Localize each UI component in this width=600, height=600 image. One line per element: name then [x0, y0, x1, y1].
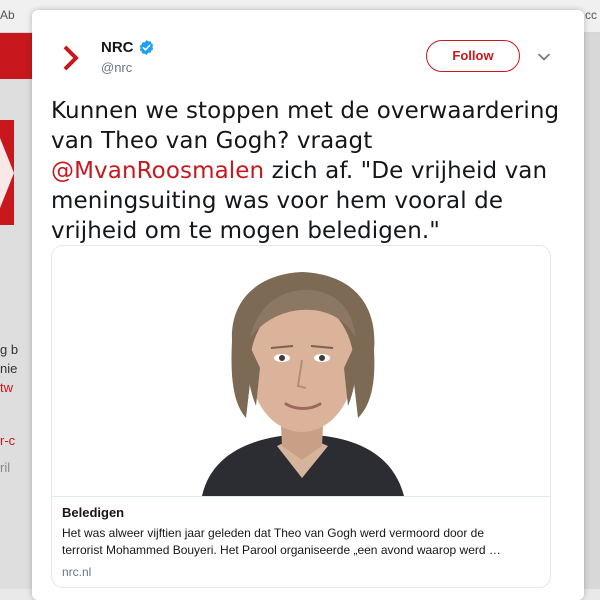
nrc-logo-icon[interactable] — [54, 40, 90, 76]
card-description: Het was alweer vijftien jaar geleden dat… — [62, 525, 542, 559]
background-text-fragment: nie — [0, 361, 18, 376]
background-text-fragment: ril — [0, 460, 11, 475]
follow-button[interactable]: Follow — [426, 40, 520, 72]
card-domain: nrc.nl — [62, 565, 92, 579]
author-handle[interactable]: @nrc — [101, 60, 132, 75]
tweet-text: Kunnen we stoppen met de overwaardering … — [51, 96, 561, 246]
background-right-strip — [584, 33, 600, 589]
background-text-fragment: g b — [0, 342, 19, 357]
background-link-fragment: tw — [0, 380, 13, 395]
card-title: Beledigen — [62, 505, 125, 520]
chevron-down-icon[interactable] — [537, 50, 551, 64]
verified-badge-icon — [138, 39, 155, 56]
background-text-fragment: cc — [585, 8, 597, 22]
card-description-line: Het was alweer vijftien jaar geleden dat… — [62, 526, 485, 540]
card-description-line: terrorist Mohammed Bouyeri. Het Parool o… — [62, 543, 501, 557]
card-image — [52, 246, 550, 497]
background-text-fragment: Ab — [0, 8, 15, 22]
tweet-text-part: Kunnen we stoppen met de overwaardering … — [51, 98, 560, 154]
link-preview-card[interactable]: Beledigen Het was alweer vijftien jaar g… — [51, 245, 551, 588]
mention-link[interactable]: @MvanRoosmalen — [51, 158, 264, 184]
background-logo-fragment — [0, 120, 14, 225]
background-link-fragment: r-c — [0, 433, 16, 448]
author-name[interactable]: NRC — [101, 39, 134, 56]
tweet-card: NRC @nrc Follow Kunnen we stoppen met de… — [32, 10, 584, 600]
